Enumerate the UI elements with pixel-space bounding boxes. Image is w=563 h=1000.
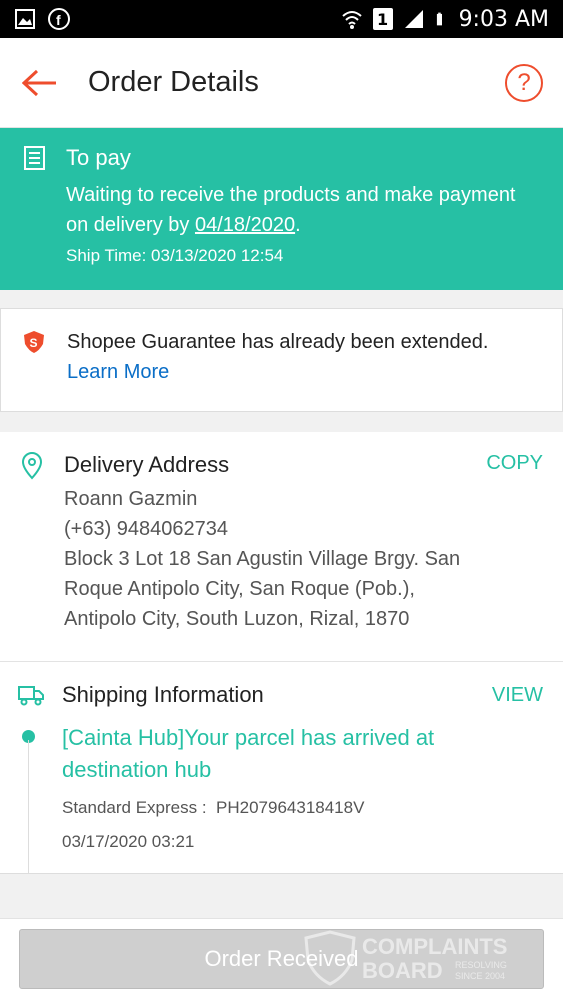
svg-text:f: f [56, 12, 61, 28]
facebook-icon: f [48, 8, 70, 30]
copy-address-button[interactable]: COPY [486, 452, 543, 475]
shipping-information-section[interactable]: Shipping Information VIEW [Cainta Hub]Yo… [0, 662, 563, 874]
delivery-address-section: Delivery Address COPY Roann Gazmin (+63)… [0, 432, 563, 662]
address-line-3: Antipolo City, South Luzon, Rizal, 1870 [64, 608, 410, 630]
page-title: Order Details [88, 66, 259, 98]
signal-icon [404, 10, 423, 28]
order-status-banner: To pay Waiting to receive the products a… [0, 128, 563, 290]
delivery-address-title: Delivery Address [64, 452, 230, 477]
learn-more-link[interactable]: Learn More [67, 357, 488, 387]
question-icon: ? [517, 68, 531, 96]
status-title: To pay [66, 145, 131, 170]
gallery-icon [15, 9, 35, 29]
back-button[interactable] [10, 53, 70, 113]
sim-indicator: 1 [372, 8, 393, 30]
ship-time: Ship Time: 03/13/2020 12:54 [66, 246, 284, 265]
location-pin-icon [21, 452, 43, 480]
view-shipping-button[interactable]: VIEW [492, 684, 543, 707]
shipping-information-title: Shipping Information [62, 682, 264, 707]
recipient-name: Roann Gazmin [64, 488, 198, 510]
shopee-guarantee-notice: S Shopee Guarantee has already been exte… [0, 308, 563, 412]
status-message: Waiting to receive the products and make… [66, 180, 543, 240]
address-line-1: Block 3 Lot 18 San Agustin Village Brgy.… [64, 548, 461, 570]
clock: 9:03 AM [458, 6, 549, 32]
payment-deadline-date: 04/18/2020 [194, 214, 296, 236]
truck-icon [18, 686, 44, 706]
battery-icon [436, 12, 442, 26]
order-received-button[interactable]: Order Received [19, 929, 544, 989]
recipient-phone: (+63) 9484062734 [64, 518, 229, 540]
carrier-tracking-number: Standard Express : PH207964318418V [62, 798, 365, 817]
help-button[interactable]: ? [505, 63, 543, 102]
address-line-2: Roque Antipolo City, San Roque (Pob.), [64, 578, 415, 600]
timeline-line [28, 740, 29, 874]
svg-text:S: S [30, 336, 38, 350]
guarantee-text: Shopee Guarantee has already been extend… [67, 331, 489, 353]
status-bar: f 1 9:03 AM [0, 0, 563, 38]
status-message-suffix: . [295, 214, 301, 236]
back-arrow-icon [22, 69, 56, 96]
tracking-date: 03/17/2020 03:21 [62, 832, 195, 851]
app-header: Order Details ? [0, 38, 563, 128]
tracking-status: [Cainta Hub]Your parcel has arrived at d… [62, 722, 543, 786]
section-divider [0, 874, 563, 918]
shield-icon: S [24, 331, 44, 353]
wifi-icon [341, 11, 362, 29]
tracking-status-line-2: destination hub [62, 757, 212, 782]
tracking-status-line-1: [Cainta Hub]Your parcel has arrived at [62, 725, 435, 750]
bottom-action-bar: Order Received [0, 918, 563, 1000]
document-icon [24, 146, 45, 170]
